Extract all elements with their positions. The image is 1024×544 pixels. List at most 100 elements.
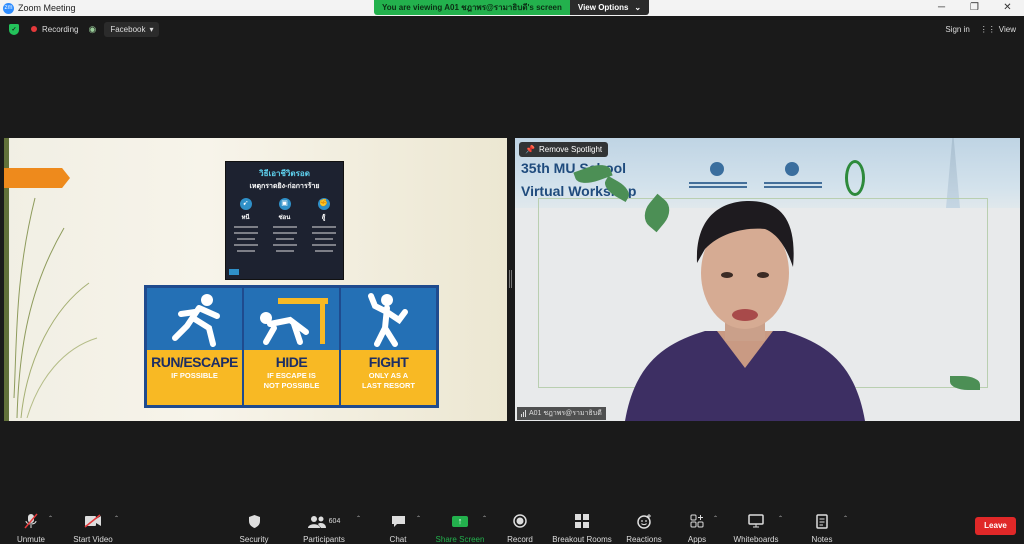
recording-indicator[interactable]: Recording — [31, 25, 78, 34]
chevron-down-icon: ⌄ — [634, 3, 642, 12]
share-options-caret[interactable]: ⌃ — [482, 515, 487, 522]
record-label: Record — [507, 535, 533, 544]
poster-col-label: สู้ — [321, 215, 326, 221]
university-emblem-icon — [785, 162, 799, 176]
slide-vine-decoration — [13, 197, 98, 418]
running-person-icon: ➹ — [239, 198, 252, 210]
microphone-muted-icon — [12, 512, 50, 530]
hiding-person-icon: ▣ — [278, 198, 291, 210]
zoom-logo-icon: zm — [3, 2, 14, 14]
security-label: Security — [239, 535, 269, 544]
unmute-label: Unmute — [16, 535, 45, 544]
breakout-rooms-button[interactable]: Breakout Rooms — [550, 512, 614, 544]
chat-label: Chat — [389, 535, 407, 544]
meeting-toolbar: Unmute ⌃ Start Video ⌃ Security 604 Part… — [0, 506, 1024, 544]
share-screen-button[interactable]: ↑ Share Screen — [434, 512, 486, 544]
leave-button[interactable]: Leave — [975, 517, 1016, 535]
maximize-button[interactable]: ❐ — [958, 0, 991, 16]
notes-icon — [808, 512, 836, 530]
participant-video-feed — [625, 201, 865, 421]
share-screen-icon: ↑ — [434, 512, 486, 530]
poster-col-label: ซ่อน — [278, 215, 291, 221]
tile-resize-handle[interactable] — [509, 270, 512, 288]
signal-strength-icon — [521, 410, 526, 417]
remove-spotlight-button[interactable]: 📌 Remove Spotlight — [519, 142, 609, 157]
start-video-button[interactable]: Start Video — [70, 512, 116, 544]
shared-screen-tile[interactable]: วิธีเอาชีวิตรอด เหตุกราดยิง-ก่อการร้าย ➹… — [4, 138, 507, 421]
encryption-shield-icon[interactable]: ✓ — [9, 23, 19, 35]
record-dot-icon — [31, 26, 37, 32]
close-button[interactable]: ✕ — [991, 0, 1024, 16]
sign-hide: HIDE IF ESCAPE IS NOT POSSIBLE — [244, 288, 339, 405]
poster-col-label: หนี — [241, 215, 250, 221]
university-emblem-icon — [710, 162, 724, 176]
audio-options-caret[interactable]: ⌃ — [48, 515, 53, 522]
stream-label: Facebook — [110, 24, 146, 34]
breakout-rooms-icon — [550, 512, 614, 530]
participant-name-tag: A01 ชฎาพร@รามาธิบดี — [517, 407, 606, 420]
viewing-banner: You are viewing A01 ชฎาพร@รามาธิบดี's sc… — [374, 0, 650, 15]
sign-title: RUN/ESCAPE — [151, 354, 238, 370]
view-options-label: View Options — [577, 3, 629, 12]
view-button[interactable]: ⋮⋮ View — [980, 25, 1016, 34]
run-hide-fight-signs: RUN/ESCAPE IF POSSIBLE HIDE IF ESCAPE IS… — [144, 285, 439, 408]
apps-label: Apps — [687, 535, 707, 544]
video-camera-off-icon — [70, 512, 116, 530]
chat-button[interactable]: Chat — [384, 512, 412, 544]
whiteboard-icon — [731, 512, 781, 530]
view-options-button[interactable]: View Options ⌄ — [569, 0, 650, 15]
notes-options-caret[interactable]: ⌃ — [843, 515, 848, 522]
participants-count: 604 — [328, 517, 341, 525]
whiteboards-options-caret[interactable]: ⌃ — [778, 515, 783, 522]
survival-poster: วิธีเอาชีวิตรอด เหตุกราดยิง-ก่อการร้าย ➹… — [225, 161, 344, 280]
hide-under-table-icon — [244, 288, 339, 350]
notes-label: Notes — [811, 535, 833, 544]
apps-button[interactable]: Apps — [684, 512, 710, 544]
breakout-rooms-label: Breakout Rooms — [552, 535, 612, 544]
sign-fight: FIGHT ONLY AS A LAST RESORT — [341, 288, 436, 405]
participants-icon: 604 — [300, 512, 348, 530]
sign-title: HIDE — [275, 354, 308, 370]
unmute-button[interactable]: Unmute — [12, 512, 50, 544]
fight-person-icon — [341, 288, 436, 350]
sign-subtitle: LAST RESORT — [362, 381, 415, 390]
pin-icon: 📌 — [525, 145, 535, 154]
whiteboards-button[interactable]: Whiteboards — [731, 512, 781, 544]
sign-in-button[interactable]: Sign in — [945, 25, 969, 34]
university-name-text — [683, 180, 753, 188]
spotlight-video-tile[interactable]: 35th MU School Virtual Workshop 📌 Remove… — [515, 138, 1020, 421]
participants-options-caret[interactable]: ⌃ — [356, 515, 361, 522]
record-icon — [503, 512, 537, 530]
minimize-button[interactable]: ─ — [925, 0, 958, 16]
shield-icon — [234, 512, 274, 530]
live-stream-facebook-button[interactable]: Facebook ▾ — [104, 21, 160, 37]
reactions-label: Reactions — [626, 535, 662, 544]
run-person-icon — [147, 288, 242, 350]
reactions-button[interactable]: Reactions — [624, 512, 664, 544]
sign-subtitle: ONLY AS A — [368, 371, 409, 380]
poster-column-fight: ✊ สู้ — [309, 198, 339, 252]
apps-options-caret[interactable]: ⌃ — [713, 515, 718, 522]
apps-icon — [684, 512, 710, 530]
video-options-caret[interactable]: ⌃ — [114, 515, 119, 522]
remove-spotlight-label: Remove Spotlight — [538, 145, 603, 154]
participant-name: A01 ชฎาพร@รามาธิบดี — [529, 410, 602, 417]
participants-button[interactable]: 604 Participants — [300, 512, 348, 544]
sign-title: FIGHT — [368, 354, 409, 370]
fighting-person-icon: ✊ — [317, 198, 330, 210]
participants-label: Participants — [303, 535, 345, 544]
sign-subtitle: IF POSSIBLE — [171, 371, 218, 380]
caret-down-icon: ▾ — [149, 24, 154, 34]
security-button[interactable]: Security — [234, 512, 274, 544]
university-name-text — [758, 180, 828, 188]
chat-bubble-icon — [384, 512, 412, 530]
record-button[interactable]: Record — [503, 512, 537, 544]
organization-logo-icon — [845, 160, 865, 196]
whiteboards-label: Whiteboards — [733, 535, 779, 544]
sign-subtitle: IF ESCAPE IS — [267, 371, 316, 380]
window-title: Zoom Meeting — [18, 3, 76, 13]
poster-logo-icon — [229, 269, 239, 275]
poster-title: วิธีเอาชีวิตรอด — [259, 169, 310, 178]
chat-options-caret[interactable]: ⌃ — [416, 515, 421, 522]
notes-button[interactable]: Notes — [808, 512, 836, 544]
